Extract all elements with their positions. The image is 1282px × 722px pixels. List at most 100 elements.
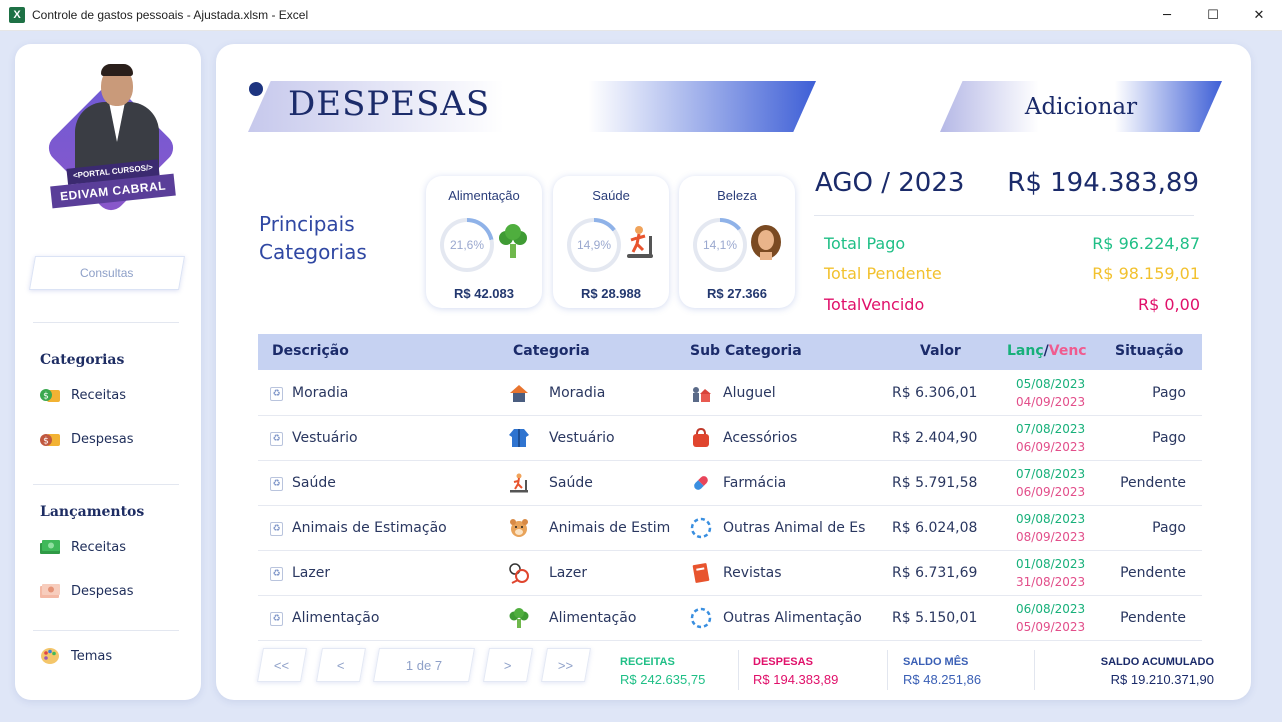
recycle-icon[interactable]: ♻	[270, 522, 283, 536]
col-venc: Venc	[1048, 343, 1087, 359]
avatar-hair	[101, 64, 133, 76]
category-value: R$ 42.083	[454, 286, 514, 301]
sidebar-item-lancamentos-receitas[interactable]: Receitas	[39, 538, 126, 556]
house-sale-icon	[693, 387, 711, 402]
table-header: Descrição Categoria Sub Categoria Valor …	[258, 334, 1202, 370]
cell-situacao: Pago	[1152, 430, 1186, 446]
footer-receitas-label: RECEITAS	[620, 656, 675, 668]
category-name: Saúde	[592, 188, 630, 203]
consultas-label: Consultas	[80, 266, 134, 280]
cell-valor: R$ 6.306,01	[892, 385, 978, 401]
sidebar-item-categorias-receitas[interactable]: $ Receitas	[39, 386, 126, 404]
page-indicator-label: 1 de 7	[405, 657, 443, 673]
palette-icon	[41, 648, 59, 664]
loading-icon	[690, 607, 712, 629]
next-page-button[interactable]: >	[483, 648, 533, 682]
table-row[interactable]: ♻ Animais de Estimação Animais de Estim …	[258, 506, 1202, 551]
first-page-button[interactable]: <<	[257, 648, 307, 682]
cell-categoria: Moradia	[549, 385, 606, 401]
table-row[interactable]: ♻ Moradia Moradia Aluguel R$ 6.306,01 05…	[258, 371, 1202, 416]
sidebar-item-label: Temas	[71, 648, 113, 664]
minimize-button[interactable]: ─	[1144, 0, 1190, 31]
title-dot	[249, 82, 263, 96]
recycle-icon[interactable]: ♻	[270, 612, 283, 626]
last-page-label: >>	[558, 657, 574, 673]
table-row[interactable]: ♻ Lazer Lazer Revistas R$ 6.731,69 01/08…	[258, 551, 1202, 596]
consultas-button[interactable]: Consultas	[29, 256, 185, 290]
category-percent: 14,9%	[571, 222, 617, 268]
broccoli-icon	[499, 224, 527, 258]
recycle-icon[interactable]: ♻	[270, 387, 283, 401]
treadmill-icon	[627, 226, 653, 258]
table-row[interactable]: ♻ Vestuário Vestuário Acessórios R$ 2.40…	[258, 416, 1202, 461]
sidebar-item-lancamentos-despesas[interactable]: Despesas	[39, 582, 134, 600]
broccoli-icon	[509, 608, 529, 628]
divider	[738, 650, 739, 690]
footer-despesas-value: R$ 194.383,89	[753, 672, 839, 687]
sidebar-item-label: Despesas	[71, 583, 134, 599]
col-situacao[interactable]: Situação	[1115, 343, 1183, 359]
page-title: DESPESAS	[288, 84, 491, 124]
cell-subcategoria: Farmácia	[723, 475, 787, 491]
total-pago-value: R$ 96.224,87	[1092, 234, 1200, 253]
footer-saldo-acumulado-value: R$ 19.210.371,90	[1110, 672, 1214, 687]
loading-icon	[690, 517, 712, 539]
bills-icon	[40, 584, 60, 598]
principais-title-line2: Categorias	[259, 240, 367, 264]
sidebar-item-temas[interactable]: Temas	[39, 647, 112, 665]
category-percent: 14,1%	[697, 222, 743, 268]
divider	[33, 630, 179, 631]
col-lanc: Lanç	[1007, 343, 1044, 359]
col-categoria[interactable]: Categoria	[513, 343, 590, 359]
col-valor[interactable]: Valor	[920, 343, 961, 359]
cell-situacao: Pendente	[1120, 565, 1186, 581]
cell-lanc: 06/08/2023	[1016, 602, 1086, 616]
total-vencido-label: TotalVencido	[824, 295, 925, 314]
sidebar-item-label: Receitas	[71, 387, 127, 403]
category-ring: 21,6%	[440, 218, 494, 272]
cell-valor: R$ 5.150,01	[892, 610, 978, 626]
col-lanc-venc[interactable]: Lanç/Venc	[1007, 343, 1087, 359]
cell-valor: R$ 2.404,90	[892, 430, 978, 446]
cell-lanc: 07/08/2023	[1016, 422, 1086, 436]
cell-lanc: 05/08/2023	[1016, 377, 1086, 391]
col-descricao[interactable]: Descrição	[272, 343, 349, 359]
add-button[interactable]: Adicionar	[940, 81, 1222, 132]
table-row[interactable]: ♻ Alimentação Alimentação Outras Aliment…	[258, 596, 1202, 641]
cell-descricao: Moradia	[292, 385, 349, 401]
col-subcategoria[interactable]: Sub Categoria	[690, 343, 802, 359]
footer-despesas-label: DESPESAS	[753, 656, 813, 668]
hamster-icon	[510, 519, 528, 537]
sidebar-item-categorias-despesas[interactable]: $ Despesas	[39, 430, 134, 448]
cell-categoria: Alimentação	[549, 610, 637, 626]
jacket-icon	[509, 429, 529, 447]
recycle-icon[interactable]: ♻	[270, 567, 283, 581]
cell-descricao: Saúde	[292, 475, 336, 491]
table-row[interactable]: ♻ Saúde Saúde Farmácia R$ 5.791,58 07/08…	[258, 461, 1202, 506]
cell-situacao: Pago	[1152, 520, 1186, 536]
prev-page-button[interactable]: <	[316, 648, 366, 682]
divider	[33, 484, 179, 485]
category-ring: 14,9%	[567, 218, 621, 272]
cell-venc: 06/09/2023	[1016, 440, 1086, 454]
house-icon	[510, 385, 528, 402]
recycle-icon[interactable]: ♻	[270, 432, 283, 446]
cell-venc: 05/09/2023	[1016, 620, 1086, 634]
cell-venc: 31/08/2023	[1016, 575, 1086, 589]
recycle-icon[interactable]: ♻	[270, 477, 283, 491]
footer-receitas-value: R$ 242.635,75	[620, 672, 706, 687]
last-page-button[interactable]: >>	[541, 648, 591, 682]
maximize-button[interactable]: ☐	[1190, 0, 1236, 31]
svg-text:$: $	[43, 392, 49, 402]
cell-categoria: Saúde	[549, 475, 593, 491]
divider	[33, 322, 179, 323]
cell-venc: 08/09/2023	[1016, 530, 1086, 544]
svg-text:$: $	[43, 437, 49, 447]
window-title: Controle de gastos pessoais - Ajustada.x…	[32, 8, 309, 22]
cell-valor: R$ 6.024,08	[892, 520, 978, 536]
cell-valor: R$ 5.791,58	[892, 475, 978, 491]
cell-categoria: Vestuário	[549, 430, 615, 446]
total-pendente-label: Total Pendente	[824, 264, 942, 283]
sports-icon	[509, 563, 529, 584]
close-button[interactable]: ✕	[1236, 0, 1282, 31]
